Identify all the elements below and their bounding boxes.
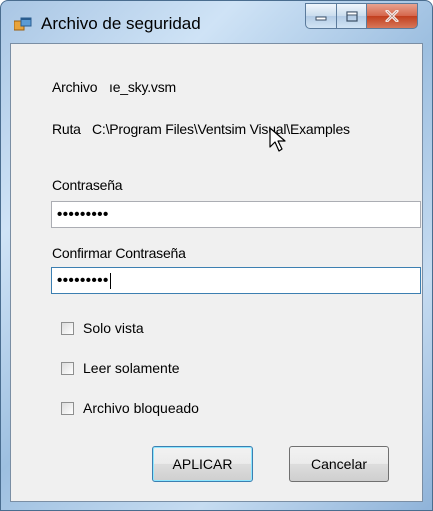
close-icon: [385, 10, 399, 22]
path-label: Ruta: [52, 121, 81, 137]
password-field[interactable]: •••••••••: [51, 201, 421, 228]
security-dialog-window: Archivo de seguridad Archivo ıe_sky.vsm …: [0, 0, 433, 511]
app-window-icon: [14, 17, 32, 31]
file-label: Archivo: [52, 79, 98, 95]
minimize-icon: [315, 16, 327, 21]
solo-vista-label[interactable]: Solo vista: [83, 320, 144, 336]
confirm-password-masked-value: •••••••••: [57, 272, 109, 289]
file-name: ıe_sky.vsm: [109, 79, 176, 95]
maximize-button[interactable]: [337, 3, 367, 29]
solo-vista-checkbox[interactable]: [61, 322, 74, 335]
text-caret: [109, 273, 111, 290]
close-button[interactable]: [367, 3, 418, 29]
leer-solamente-label[interactable]: Leer solamente: [83, 360, 180, 376]
path-value: C:\Program Files\Ventsim Visual\Examples: [92, 121, 350, 137]
window-title: Archivo de seguridad: [41, 14, 201, 33]
apply-button[interactable]: APLICAR: [152, 446, 253, 482]
dialog-client-area: Archivo ıe_sky.vsm Ruta C:\Program Files…: [10, 43, 423, 502]
title-bar[interactable]: Archivo de seguridad: [1, 1, 432, 43]
archivo-bloqueado-label[interactable]: Archivo bloqueado: [83, 400, 199, 416]
confirm-password-field[interactable]: •••••••••: [51, 267, 421, 294]
maximize-icon: [345, 10, 358, 22]
cancel-button[interactable]: Cancelar: [289, 446, 389, 482]
password-label: Contraseña: [52, 177, 123, 193]
mouse-pointer-icon: [269, 127, 286, 152]
archivo-bloqueado-checkbox[interactable]: [61, 402, 74, 415]
leer-solamente-checkbox[interactable]: [61, 362, 74, 375]
caption-buttons: [305, 3, 418, 29]
password-masked-value: •••••••••: [57, 206, 109, 223]
confirm-password-label: Confirmar Contraseña: [52, 245, 186, 261]
minimize-button[interactable]: [305, 3, 337, 29]
